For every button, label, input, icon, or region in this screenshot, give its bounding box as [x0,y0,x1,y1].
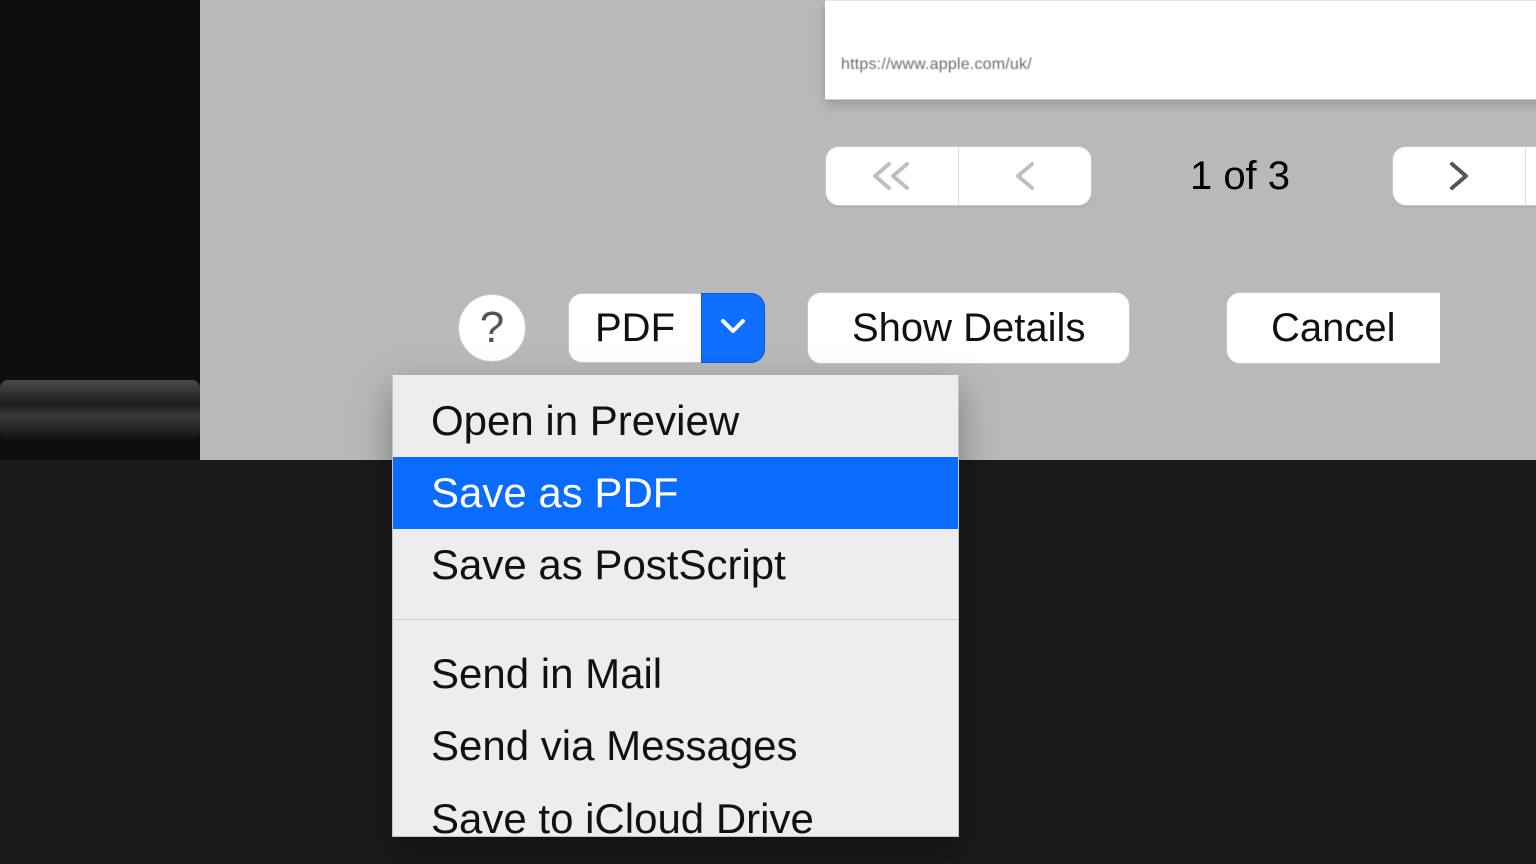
device-edge [0,380,200,440]
pdf-dropdown-caret[interactable] [701,293,765,363]
menu-item-open-in-preview[interactable]: Open in Preview [393,385,958,457]
pagination-row: 1 of 3 [200,144,1536,208]
menu-item-send-in-mail[interactable]: Send in Mail [393,638,958,710]
cancel-button[interactable]: Cancel [1226,292,1440,364]
menu-separator [393,619,958,620]
pdf-dropdown-label: PDF [568,293,701,363]
pager-last-button[interactable] [1525,147,1536,205]
menu-item-save-as-pdf[interactable]: Save as PDF [393,457,958,529]
help-button[interactable]: ? [458,294,526,362]
menu-item-save-as-postscript[interactable]: Save as PostScript [393,529,958,601]
double-chevron-left-icon [869,160,915,192]
screenshot-stage: https://www.apple.com/uk/ Page 1 of 3 1 … [0,0,1536,864]
menu-item-save-to-icloud-drive[interactable]: Save to iCloud Drive [393,786,958,840]
pdf-dropdown[interactable]: PDF [568,293,765,363]
preview-url-text: https://www.apple.com/uk/ [841,56,1032,74]
page-counter: 1 of 3 [1120,154,1360,199]
pager-next-button[interactable] [1393,147,1525,205]
pager-prev-group [825,146,1092,206]
help-icon: ? [480,303,504,353]
menu-item-send-via-messages[interactable]: Send via Messages [393,710,958,782]
chevron-down-icon [720,317,746,340]
pager-next-group [1392,146,1536,206]
pager-first-button[interactable] [826,147,958,205]
chevron-right-icon [1436,160,1482,192]
chevron-left-icon [1002,160,1048,192]
pager-prev-button[interactable] [958,147,1091,205]
page-preview: https://www.apple.com/uk/ Page 1 of 3 [825,0,1536,100]
show-details-button[interactable]: Show Details [807,292,1130,364]
pdf-dropdown-menu: Open in Preview Save as PDF Save as Post… [392,375,959,837]
